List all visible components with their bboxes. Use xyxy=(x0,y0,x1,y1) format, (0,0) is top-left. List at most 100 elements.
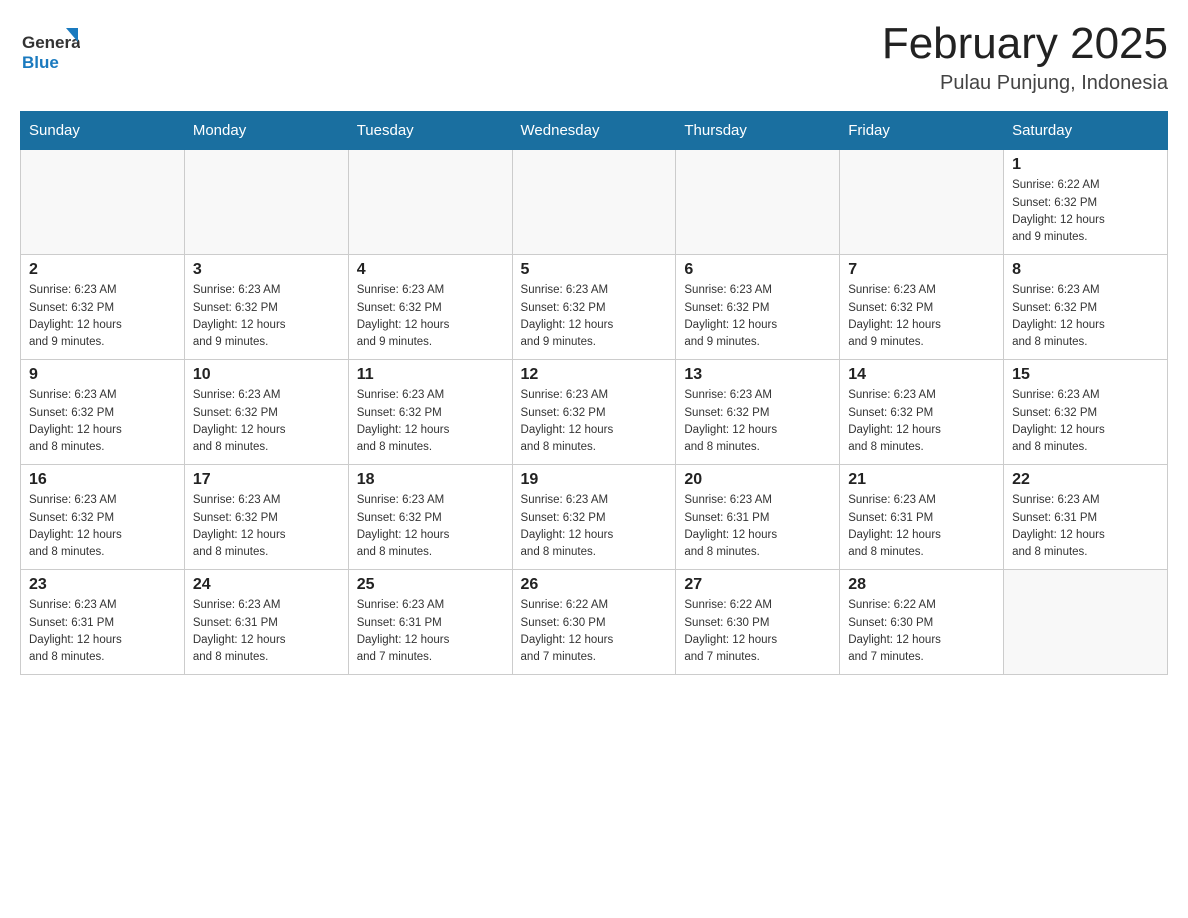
day-info: Sunrise: 6:23 AMSunset: 6:32 PMDaylight:… xyxy=(193,387,340,456)
day-info: Sunrise: 6:23 AMSunset: 6:32 PMDaylight:… xyxy=(357,282,504,351)
calendar-day-cell xyxy=(184,150,348,255)
calendar-day-cell xyxy=(348,150,512,255)
day-info: Sunrise: 6:23 AMSunset: 6:32 PMDaylight:… xyxy=(193,282,340,351)
day-of-week-header: Saturday xyxy=(1004,112,1168,150)
day-of-week-header: Monday xyxy=(184,112,348,150)
day-of-week-header: Thursday xyxy=(676,112,840,150)
calendar-day-cell: 4 Sunrise: 6:23 AMSunset: 6:32 PMDaylight… xyxy=(348,255,512,360)
day-info: Sunrise: 6:23 AMSunset: 6:32 PMDaylight:… xyxy=(1012,387,1159,456)
month-title: February 2025 xyxy=(882,20,1168,68)
day-number: 6 xyxy=(684,261,831,279)
calendar-day-cell: 27 Sunrise: 6:22 AMSunset: 6:30 PMDayligh… xyxy=(676,570,840,675)
day-number: 5 xyxy=(521,261,668,279)
calendar-day-cell: 21 Sunrise: 6:23 AMSunset: 6:31 PMDayligh… xyxy=(840,465,1004,570)
day-number: 13 xyxy=(684,366,831,384)
day-number: 22 xyxy=(1012,471,1159,489)
day-info: Sunrise: 6:23 AMSunset: 6:32 PMDaylight:… xyxy=(29,387,176,456)
day-info: Sunrise: 6:23 AMSunset: 6:32 PMDaylight:… xyxy=(1012,282,1159,351)
day-number: 27 xyxy=(684,576,831,594)
day-number: 19 xyxy=(521,471,668,489)
calendar-day-cell: 14 Sunrise: 6:23 AMSunset: 6:32 PMDayligh… xyxy=(840,360,1004,465)
day-info: Sunrise: 6:23 AMSunset: 6:32 PMDaylight:… xyxy=(357,387,504,456)
day-info: Sunrise: 6:22 AMSunset: 6:30 PMDaylight:… xyxy=(684,597,831,666)
calendar-day-cell: 2 Sunrise: 6:23 AMSunset: 6:32 PMDaylight… xyxy=(21,255,185,360)
calendar-day-cell: 23 Sunrise: 6:23 AMSunset: 6:31 PMDayligh… xyxy=(21,570,185,675)
day-info: Sunrise: 6:23 AMSunset: 6:31 PMDaylight:… xyxy=(357,597,504,666)
calendar-day-cell: 26 Sunrise: 6:22 AMSunset: 6:30 PMDayligh… xyxy=(512,570,676,675)
calendar-day-cell: 5 Sunrise: 6:23 AMSunset: 6:32 PMDaylight… xyxy=(512,255,676,360)
calendar-day-cell: 10 Sunrise: 6:23 AMSunset: 6:32 PMDayligh… xyxy=(184,360,348,465)
day-info: Sunrise: 6:23 AMSunset: 6:32 PMDaylight:… xyxy=(29,492,176,561)
day-info: Sunrise: 6:23 AMSunset: 6:31 PMDaylight:… xyxy=(193,597,340,666)
calendar-day-cell xyxy=(512,150,676,255)
svg-text:Blue: Blue xyxy=(22,53,59,72)
day-number: 17 xyxy=(193,471,340,489)
day-number: 15 xyxy=(1012,366,1159,384)
logo: General Blue xyxy=(20,20,80,80)
day-info: Sunrise: 6:23 AMSunset: 6:32 PMDaylight:… xyxy=(684,387,831,456)
calendar-day-cell: 3 Sunrise: 6:23 AMSunset: 6:32 PMDaylight… xyxy=(184,255,348,360)
calendar-day-cell: 12 Sunrise: 6:23 AMSunset: 6:32 PMDayligh… xyxy=(512,360,676,465)
day-number: 4 xyxy=(357,261,504,279)
day-info: Sunrise: 6:23 AMSunset: 6:31 PMDaylight:… xyxy=(1012,492,1159,561)
day-number: 28 xyxy=(848,576,995,594)
calendar-day-cell: 19 Sunrise: 6:23 AMSunset: 6:32 PMDayligh… xyxy=(512,465,676,570)
day-number: 2 xyxy=(29,261,176,279)
day-number: 1 xyxy=(1012,156,1159,174)
day-number: 18 xyxy=(357,471,504,489)
day-number: 21 xyxy=(848,471,995,489)
day-number: 8 xyxy=(1012,261,1159,279)
calendar-day-cell: 15 Sunrise: 6:23 AMSunset: 6:32 PMDayligh… xyxy=(1004,360,1168,465)
day-info: Sunrise: 6:23 AMSunset: 6:32 PMDaylight:… xyxy=(521,387,668,456)
calendar-day-cell: 17 Sunrise: 6:23 AMSunset: 6:32 PMDayligh… xyxy=(184,465,348,570)
calendar-day-cell xyxy=(1004,570,1168,675)
day-info: Sunrise: 6:23 AMSunset: 6:32 PMDaylight:… xyxy=(521,282,668,351)
calendar-day-cell: 9Sunrise: 6:23 AMSunset: 6:32 PMDaylight… xyxy=(21,360,185,465)
calendar-day-cell xyxy=(676,150,840,255)
day-info: Sunrise: 6:23 AMSunset: 6:32 PMDaylight:… xyxy=(848,282,995,351)
day-info: Sunrise: 6:23 AMSunset: 6:32 PMDaylight:… xyxy=(29,282,176,351)
calendar-day-cell: 22 Sunrise: 6:23 AMSunset: 6:31 PMDayligh… xyxy=(1004,465,1168,570)
location: Pulau Punjung, Indonesia xyxy=(882,72,1168,95)
calendar-day-cell: 20Sunrise: 6:23 AMSunset: 6:31 PMDayligh… xyxy=(676,465,840,570)
calendar-week-row: 23 Sunrise: 6:23 AMSunset: 6:31 PMDayligh… xyxy=(21,570,1168,675)
day-info: Sunrise: 6:22 AMSunset: 6:30 PMDaylight:… xyxy=(521,597,668,666)
day-info: Sunrise: 6:23 AMSunset: 6:32 PMDaylight:… xyxy=(357,492,504,561)
day-info: Sunrise: 6:23 AMSunset: 6:32 PMDaylight:… xyxy=(193,492,340,561)
day-number: 11 xyxy=(357,366,504,384)
day-info: Sunrise: 6:23 AMSunset: 6:32 PMDaylight:… xyxy=(848,387,995,456)
day-number: 3 xyxy=(193,261,340,279)
calendar-day-cell xyxy=(840,150,1004,255)
logo-icon: General Blue xyxy=(20,20,80,80)
calendar-week-row: 2 Sunrise: 6:23 AMSunset: 6:32 PMDaylight… xyxy=(21,255,1168,360)
calendar-week-row: 1Sunrise: 6:22 AMSunset: 6:32 PMDaylight… xyxy=(21,150,1168,255)
day-info: Sunrise: 6:23 AMSunset: 6:31 PMDaylight:… xyxy=(684,492,831,561)
calendar-day-cell: 24 Sunrise: 6:23 AMSunset: 6:31 PMDayligh… xyxy=(184,570,348,675)
day-info: Sunrise: 6:23 AMSunset: 6:31 PMDaylight:… xyxy=(29,597,176,666)
day-number: 26 xyxy=(521,576,668,594)
calendar-day-cell: 18 Sunrise: 6:23 AMSunset: 6:32 PMDayligh… xyxy=(348,465,512,570)
calendar-day-cell: 6 Sunrise: 6:23 AMSunset: 6:32 PMDaylight… xyxy=(676,255,840,360)
day-number: 25 xyxy=(357,576,504,594)
day-of-week-header: Wednesday xyxy=(512,112,676,150)
day-info: Sunrise: 6:23 AMSunset: 6:32 PMDaylight:… xyxy=(684,282,831,351)
svg-text:General: General xyxy=(22,33,80,52)
calendar-day-cell: 16Sunrise: 6:23 AMSunset: 6:32 PMDayligh… xyxy=(21,465,185,570)
day-number: 14 xyxy=(848,366,995,384)
calendar-day-cell: 1Sunrise: 6:22 AMSunset: 6:32 PMDaylight… xyxy=(1004,150,1168,255)
day-info: Sunrise: 6:23 AMSunset: 6:31 PMDaylight:… xyxy=(848,492,995,561)
day-of-week-header: Tuesday xyxy=(348,112,512,150)
day-number: 10 xyxy=(193,366,340,384)
calendar-week-row: 16Sunrise: 6:23 AMSunset: 6:32 PMDayligh… xyxy=(21,465,1168,570)
day-number: 24 xyxy=(193,576,340,594)
calendar-day-cell: 7 Sunrise: 6:23 AMSunset: 6:32 PMDaylight… xyxy=(840,255,1004,360)
day-number: 23 xyxy=(29,576,176,594)
title-block: February 2025 Pulau Punjung, Indonesia xyxy=(882,20,1168,95)
calendar-day-cell: 8 Sunrise: 6:23 AMSunset: 6:32 PMDaylight… xyxy=(1004,255,1168,360)
day-number: 7 xyxy=(848,261,995,279)
day-number: 12 xyxy=(521,366,668,384)
calendar-day-cell: 28Sunrise: 6:22 AMSunset: 6:30 PMDayligh… xyxy=(840,570,1004,675)
day-of-week-header: Sunday xyxy=(21,112,185,150)
page-header: General Blue February 2025 Pulau Punjung… xyxy=(20,20,1168,95)
day-info: Sunrise: 6:23 AMSunset: 6:32 PMDaylight:… xyxy=(521,492,668,561)
